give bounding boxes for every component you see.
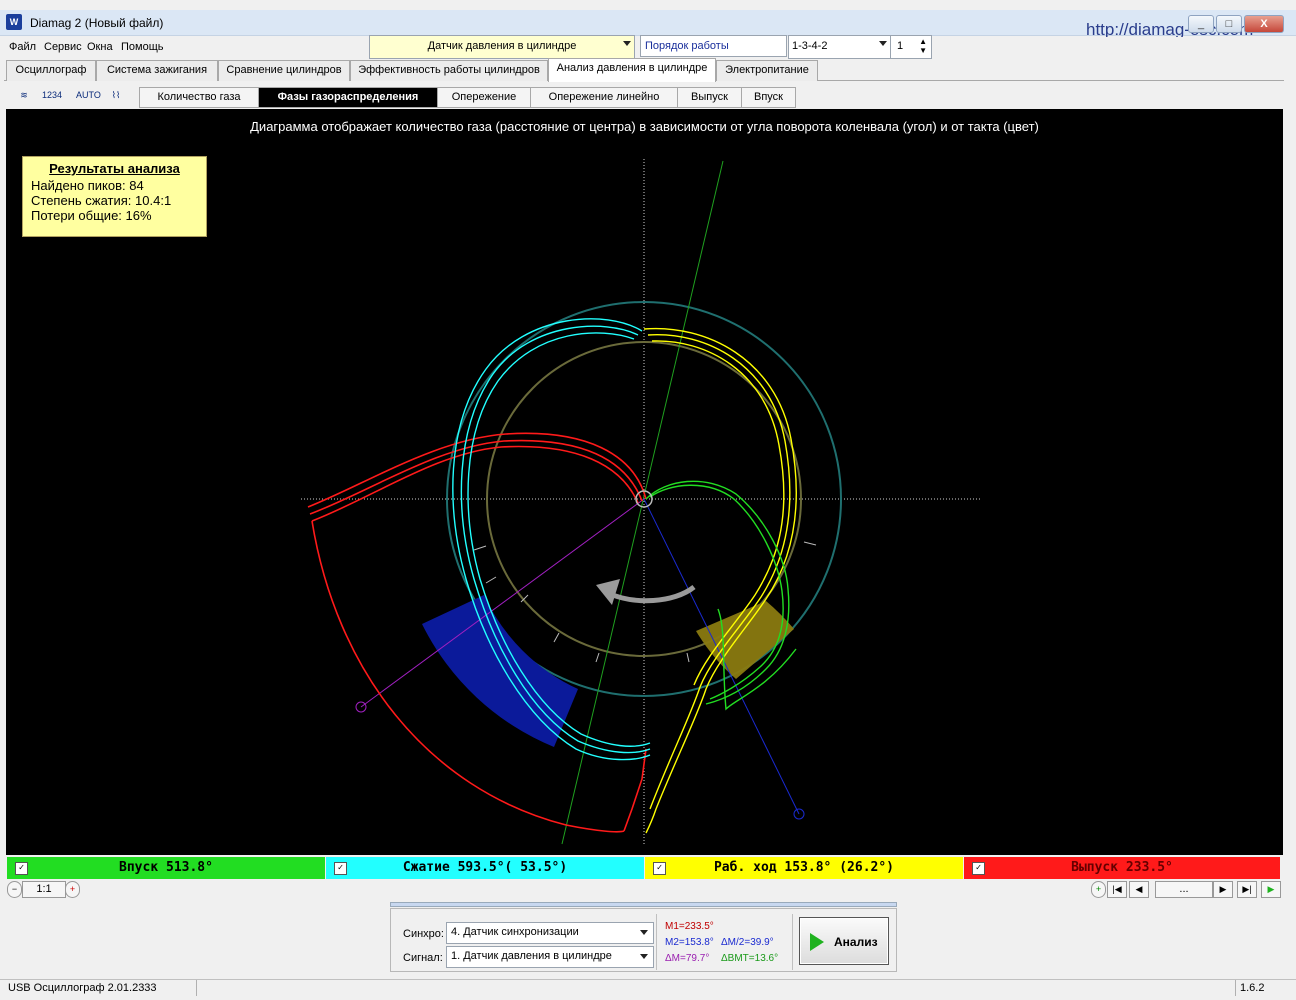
status-device: USB Осциллограф 2.01.2333 (8, 982, 157, 994)
results-total-losses: Потери общие: 16% (31, 208, 152, 223)
close-button[interactable]: X (1244, 15, 1284, 33)
firing-order-label: Порядок работы цилиндров (640, 35, 787, 72)
green-guide-line (561, 160, 724, 845)
status-version: 1.6.2 (1240, 982, 1265, 994)
wave-icon[interactable]: ⌇⌇ (104, 84, 128, 106)
window-title: Diamag 2 (Новый файл) (30, 16, 164, 30)
stepper-arrows-icon[interactable]: ▲ ▼ (919, 37, 927, 55)
sensor-select[interactable]: Датчик давления в цилиндре (369, 35, 635, 59)
subtab-exhaust[interactable]: Выпуск (677, 87, 742, 108)
power-curve (643, 327, 797, 834)
stroke-power-label: Раб. ход 153.8° (26.2°) (713, 860, 894, 875)
stroke-exhaust[interactable]: ✓ Выпуск 233.5° (964, 857, 1280, 879)
maximize-button[interactable]: □ (1216, 15, 1242, 33)
panel-divider-2 (792, 914, 793, 970)
rotation-arrow-head (596, 579, 620, 605)
marker-m1-value: M1=233.5° (665, 921, 714, 932)
results-header: Результаты анализа (49, 161, 180, 176)
first-page-icon[interactable]: |◀ (1107, 881, 1127, 898)
add-icon[interactable]: + (1091, 881, 1106, 898)
cylinder-stepper[interactable]: 1 ▲ ▼ (890, 35, 932, 59)
chevron-down-icon (623, 41, 631, 46)
menu-file[interactable]: Файл (9, 41, 36, 53)
tab-pressure-analysis[interactable]: Анализ давления в цилиндре (548, 58, 716, 82)
last-page-icon[interactable]: ▶| (1237, 881, 1257, 898)
subtab-gas-amount[interactable]: Количество газа (139, 87, 259, 108)
status-divider-2 (1235, 980, 1236, 996)
tab-ignition[interactable]: Система зажигания (96, 60, 218, 81)
sensor-select-value: Датчик давления в цилиндре (427, 40, 577, 52)
checkbox-compression[interactable]: ✓ (334, 862, 347, 875)
delta-tdc-value: ΔВМТ=13.6° (721, 953, 779, 964)
analyze-button[interactable]: Анализ (799, 917, 889, 965)
sync-select[interactable]: 4. Датчик синхронизации (446, 922, 654, 944)
subtab-advance[interactable]: Опережение (437, 87, 531, 108)
zoom-out-icon[interactable]: − (7, 881, 22, 898)
signal-select[interactable]: 1. Датчик давления в цилиндре (446, 946, 654, 968)
marker-m2-value: M2=153.8° (665, 937, 714, 948)
minimize-button[interactable]: _ (1188, 15, 1214, 33)
subtab-advance-linear[interactable]: Опережение линейно (530, 87, 678, 108)
tab-oscilloscope[interactable]: Осциллограф (6, 60, 96, 81)
stroke-intake-label: Впуск 513.8° (119, 860, 213, 875)
checkbox-exhaust[interactable]: ✓ (972, 862, 985, 875)
app-icon: W (6, 14, 22, 30)
numbering-icon[interactable]: 1234 (40, 84, 64, 106)
zoom-level[interactable]: 1:1 (22, 881, 66, 898)
sync-select-value: 4. Датчик синхронизации (451, 926, 579, 938)
firing-order-value: 1-3-4-2 (792, 40, 828, 52)
stroke-compression[interactable]: ✓ Сжатие 593.5°( 53.5°) (326, 857, 644, 879)
stroke-intake[interactable]: ✓ Впуск 513.8° (7, 857, 325, 879)
tab-cylinder-efficiency[interactable]: Эффективность работы цилиндров (350, 60, 548, 81)
subtab-valve-timing[interactable]: Фазы газораспределения (258, 87, 438, 108)
diagram-caption: Диаграмма отображает количество газа (ра… (250, 119, 1039, 134)
checkbox-power[interactable]: ✓ (653, 862, 666, 875)
checkbox-intake[interactable]: ✓ (15, 862, 28, 875)
next-page-icon[interactable]: ▶ (1213, 881, 1233, 898)
prev-page-icon[interactable]: ◀ (1129, 881, 1149, 898)
stroke-power[interactable]: ✓ Раб. ход 153.8° (26.2°) (645, 857, 963, 879)
tab-cylinder-compare[interactable]: Сравнение цилиндров (218, 60, 350, 81)
panel-splitter[interactable] (390, 902, 897, 907)
sync-label: Синхро: (403, 928, 444, 940)
play-icon[interactable]: ▶ (1261, 881, 1281, 898)
chevron-down-icon (640, 954, 648, 959)
menu-help[interactable]: Помощь (121, 41, 164, 53)
status-bar (0, 979, 1296, 997)
cylinder-value: 1 (897, 40, 904, 52)
menu-windows[interactable]: Окна (87, 41, 113, 53)
analyze-button-label: Анализ (834, 935, 878, 949)
analysis-results-box: Результаты анализа Найдено пиков: 84 Сте… (22, 156, 207, 237)
signal-label: Сигнал: (403, 952, 443, 964)
zoom-in-icon[interactable]: + (65, 881, 80, 898)
play-icon (810, 933, 824, 951)
chevron-down-icon (640, 930, 648, 935)
firing-order-select[interactable]: 1-3-4-2 (788, 35, 891, 59)
delta-m-value: ΔM=79.7° (665, 953, 710, 964)
status-divider (196, 980, 197, 996)
subtab-intake[interactable]: Впуск (741, 87, 796, 108)
sync-icon[interactable]: ≋ (12, 84, 36, 106)
stroke-compression-label: Сжатие 593.5°( 53.5°) (402, 860, 568, 875)
chevron-down-icon (879, 41, 887, 46)
half-delta-value: ΔM/2=39.9° (721, 937, 774, 948)
tab-power-supply[interactable]: Электропитание (716, 60, 818, 81)
panel-divider (656, 914, 657, 970)
menu-service[interactable]: Сервис (44, 41, 82, 53)
stroke-exhaust-label: Выпуск 233.5° (1071, 860, 1173, 875)
results-peaks: Найдено пиков: 84 (31, 178, 144, 193)
intake-curve (645, 480, 797, 711)
auto-icon[interactable]: AUTO (76, 84, 101, 106)
results-compression-ratio: Степень сжатия: 10.4:1 (31, 193, 172, 208)
signal-select-value: 1. Датчик давления в цилиндре (451, 950, 612, 962)
page-indicator[interactable]: ... (1155, 881, 1213, 898)
